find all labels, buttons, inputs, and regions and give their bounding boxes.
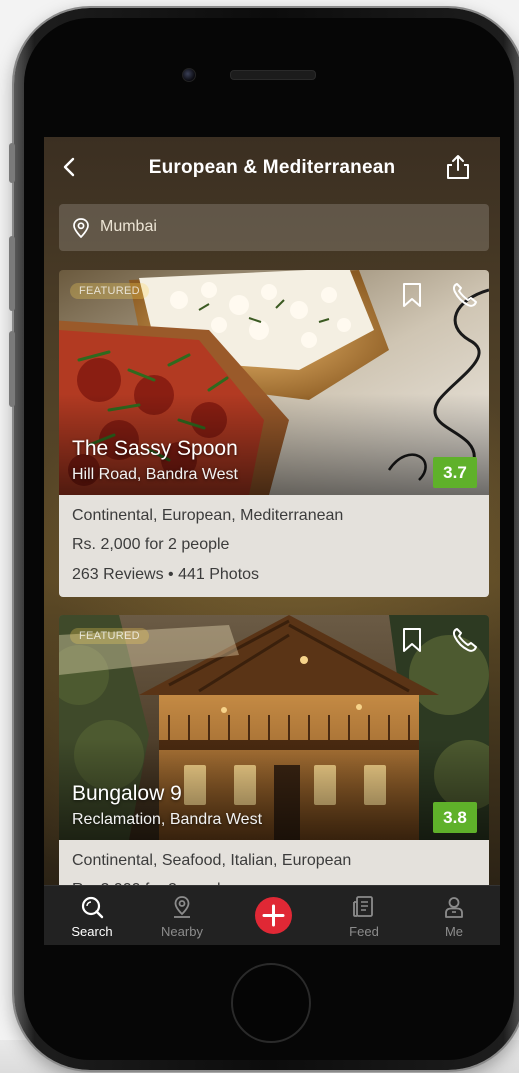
restaurant-photo: FEATURED Bungalow 9 Reclamation, Bandra …: [59, 615, 489, 840]
tab-nearby[interactable]: Nearby: [147, 886, 217, 945]
location-text: Mumbai: [100, 218, 157, 235]
phone-call-icon[interactable]: [449, 625, 479, 655]
restaurant-name: Bungalow 9: [72, 782, 182, 805]
restaurant-card[interactable]: FEATURED Bungalow 9 Reclamation, Bandra …: [59, 615, 489, 915]
navigation-bar: European & Mediterranean: [44, 137, 500, 197]
restaurant-photo: FEATURED The Sassy Spoon Hill Road, Band…: [59, 270, 489, 495]
volume-down-button: [9, 331, 15, 407]
tab-search[interactable]: Search: [57, 886, 127, 945]
add-button[interactable]: [255, 897, 292, 934]
bottom-tab-bar: Search Nearby Feed Me: [44, 885, 500, 945]
restaurant-locality: Reclamation, Bandra West: [72, 811, 263, 828]
app-screen: European & Mediterranean Mumbai FEATURED…: [44, 137, 500, 945]
map-pin-icon: [174, 896, 190, 918]
featured-badge: FEATURED: [70, 628, 149, 644]
rating-badge: 3.7: [433, 457, 477, 488]
earpiece-speaker: [230, 70, 316, 80]
phone-call-icon[interactable]: [449, 280, 479, 310]
tab-label: Nearby: [161, 924, 203, 939]
mute-switch: [9, 143, 15, 183]
restaurant-locality: Hill Road, Bandra West: [72, 466, 238, 483]
tab-label: Me: [444, 924, 464, 939]
reviews-photos-text: 263 Reviews • 441 Photos: [72, 566, 260, 583]
location-pin-icon: [73, 218, 89, 238]
search-icon: [81, 896, 104, 919]
page-title: European & Mediterranean: [148, 157, 396, 178]
tab-me[interactable]: Me: [419, 886, 489, 945]
tab-label: Search: [71, 924, 113, 939]
restaurant-details: Continental, European, Mediterranean Rs.…: [59, 495, 489, 597]
cuisines-text: Continental, Seafood, Italian, European: [72, 852, 352, 869]
tab-label: Feed: [349, 924, 379, 939]
cost-text: Rs. 2,000 for 2 people: [72, 536, 230, 553]
bookmark-icon[interactable]: [399, 626, 425, 654]
rating-badge: 3.8: [433, 802, 477, 833]
back-chevron-icon[interactable]: [58, 155, 82, 179]
location-selector[interactable]: Mumbai: [59, 204, 489, 251]
volume-up-button: [9, 236, 15, 311]
restaurant-name: The Sassy Spoon: [72, 437, 238, 460]
plus-icon: [262, 904, 285, 927]
feed-icon: [353, 896, 373, 917]
share-icon[interactable]: [444, 153, 472, 181]
bookmark-icon[interactable]: [399, 281, 425, 309]
cuisines-text: Continental, European, Mediterranean: [72, 507, 344, 524]
home-button[interactable]: [231, 963, 311, 1043]
tab-feed[interactable]: Feed: [329, 886, 399, 945]
featured-badge: FEATURED: [70, 283, 149, 299]
front-camera: [182, 68, 196, 82]
restaurant-card[interactable]: FEATURED The Sassy Spoon Hill Road, Band…: [59, 270, 489, 597]
person-icon: [445, 897, 463, 918]
